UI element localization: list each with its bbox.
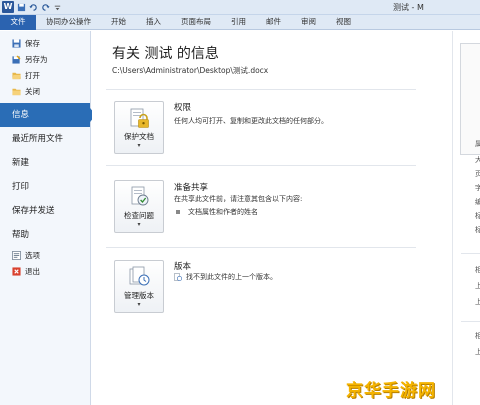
property-label: 大 — [475, 156, 480, 164]
tab-review[interactable]: 审阅 — [291, 15, 326, 30]
divider — [106, 89, 416, 90]
nav-item-save[interactable]: 保存 — [0, 35, 90, 51]
check-document-icon — [131, 186, 149, 206]
check-issues-label: 检查问题 — [124, 211, 154, 220]
permissions-heading: 权限 — [174, 103, 192, 113]
nav-item-label: 选项 — [25, 250, 40, 260]
save-as-icon — [12, 54, 21, 64]
divider — [461, 253, 480, 254]
versions-heading: 版本 — [174, 262, 192, 272]
title-bar: W 测试 - M — [0, 0, 480, 15]
divider — [106, 165, 416, 166]
property-label: 页 — [475, 170, 480, 178]
undo-icon[interactable] — [29, 3, 38, 12]
word-logo-icon[interactable]: W — [2, 1, 14, 13]
nav-item-open[interactable]: 打开 — [0, 67, 90, 83]
save-icon — [12, 38, 21, 48]
tab-home[interactable]: 开始 — [101, 15, 136, 30]
protect-document-button[interactable]: 保护文档 ▾ — [114, 101, 164, 154]
property-label: 相 — [475, 332, 480, 340]
property-label: 上 — [475, 298, 480, 306]
versions-text: 找不到此文件的上一个版本。 — [186, 273, 277, 281]
open-folder-icon — [12, 72, 21, 79]
properties-pane: 属 大 页 字 编 标 标 相 上 上 相 上 — [452, 31, 480, 405]
property-label: 字 — [475, 184, 480, 192]
tab-collab[interactable]: 协同办公操作 — [36, 15, 101, 30]
nav-item-save-as[interactable]: 另存为 — [0, 51, 90, 67]
document-path: C:\Users\Administrator\Desktop\测试.docx — [112, 66, 269, 75]
page-title: 有关 测试 的信息 — [112, 46, 219, 62]
watermark-text: 京华手游网 — [346, 381, 436, 401]
nav-item-label: 打开 — [25, 70, 40, 80]
property-label: 编 — [475, 198, 480, 206]
lock-key-icon — [130, 108, 149, 128]
info-panel: 有关 测试 的信息 C:\Users\Administrator\Desktop… — [92, 31, 452, 405]
chevron-down-icon: ▾ — [137, 221, 141, 228]
tab-view[interactable]: 视图 — [326, 15, 361, 30]
manage-versions-icon — [129, 266, 150, 286]
check-issues-button[interactable]: 检查问题 ▾ — [114, 180, 164, 233]
list-item-label: 文档属性和作者的姓名 — [188, 208, 258, 216]
property-label: 标 — [475, 212, 480, 220]
nav-item-label: 另存为 — [25, 54, 48, 64]
permissions-text: 任何人均可打开、复制和更改此文档的任何部分。 — [174, 117, 328, 125]
save-icon[interactable] — [17, 3, 26, 12]
close-folder-icon — [12, 88, 21, 95]
manage-versions-button[interactable]: 管理版本 ▾ — [114, 260, 164, 313]
options-icon — [12, 250, 21, 260]
property-label: 上 — [475, 282, 480, 290]
exit-icon — [12, 266, 21, 276]
tab-insert[interactable]: 插入 — [136, 15, 171, 30]
divider — [461, 321, 480, 322]
prepare-sharing-text: 在共享此文件前，请注意其包含以下内容: — [174, 195, 303, 203]
bullet-icon — [176, 210, 180, 214]
nav-item-options[interactable]: 选项 — [0, 247, 90, 263]
ribbon-tabs: 文件 协同办公操作 开始 插入 页面布局 引用 邮件 审阅 视图 — [0, 15, 480, 30]
nav-item-help[interactable]: 帮助 — [0, 223, 90, 247]
customize-icon[interactable] — [53, 3, 62, 12]
nav-item-label: 关闭 — [25, 86, 40, 96]
nav-item-label: 退出 — [25, 266, 40, 276]
quick-access-toolbar: W — [2, 1, 62, 13]
document-clock-icon — [174, 273, 182, 281]
chevron-down-icon: ▾ — [137, 142, 141, 149]
tab-references[interactable]: 引用 — [221, 15, 256, 30]
window-title: 测试 - M — [393, 3, 424, 12]
tab-file[interactable]: 文件 — [0, 15, 36, 30]
nav-item-info[interactable]: 信息 — [0, 103, 96, 127]
nav-item-save-send[interactable]: 保存并发送 — [0, 199, 90, 223]
nav-item-recent[interactable]: 最近所用文件 — [0, 127, 90, 151]
tab-page-layout[interactable]: 页面布局 — [171, 15, 221, 30]
redo-icon[interactable] — [41, 3, 50, 12]
protect-document-label: 保护文档 — [124, 132, 154, 141]
tab-mailings[interactable]: 邮件 — [256, 15, 291, 30]
versions-status: 找不到此文件的上一个版本。 — [174, 272, 277, 282]
nav-item-exit[interactable]: 退出 — [0, 263, 90, 279]
nav-item-new[interactable]: 新建 — [0, 151, 90, 175]
nav-item-label: 保存 — [25, 38, 40, 48]
property-label: 上 — [475, 348, 480, 356]
manage-versions-label: 管理版本 — [124, 291, 154, 300]
prepare-sharing-heading: 准备共享 — [174, 183, 209, 193]
property-label: 属 — [475, 140, 480, 148]
chevron-down-icon: ▾ — [137, 301, 141, 308]
nav-item-close[interactable]: 关闭 — [0, 83, 90, 99]
list-item: 文档属性和作者的姓名 — [176, 207, 258, 217]
property-label: 标 — [475, 226, 480, 234]
divider — [106, 247, 416, 248]
nav-item-print[interactable]: 打印 — [0, 175, 90, 199]
backstage-nav: 保存 另存为 打开 关闭 信息 最近所用文件 新建 打印 保存并发送 帮助 选项… — [0, 31, 96, 405]
property-label: 相 — [475, 266, 480, 274]
watermark: 京华手游网 — [346, 374, 480, 405]
